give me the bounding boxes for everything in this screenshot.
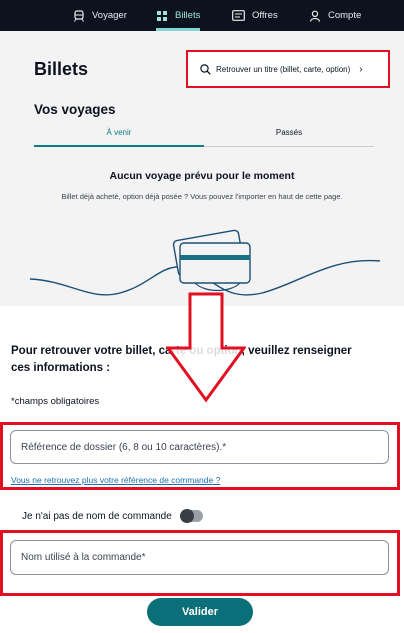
toggle-knob (179, 509, 194, 523)
nav-label-compte: Compte (328, 10, 362, 21)
empty-state-text: Billet déjà acheté, option déjà posée ? … (61, 192, 343, 201)
no-order-name-toggle[interactable] (179, 509, 203, 523)
tab-passes[interactable]: Passés (204, 127, 374, 147)
nav-item-compte[interactable]: Compte (309, 0, 361, 31)
nav-label-billets: Billets (175, 10, 201, 21)
toggle-label: Je n'ai pas de nom de commande (22, 510, 172, 522)
nav-item-voyager[interactable]: Voyager (73, 0, 127, 31)
search-icon (200, 63, 211, 75)
tickets-page: Billets Retrouver un titre (billet, cart… (0, 31, 404, 306)
voyages-tabs: À venir Passés (34, 127, 374, 147)
top-navigation: Voyager Billets Offres Compte (0, 0, 404, 31)
find-ticket-label: Retrouver un titre (billet, carte, optio… (216, 64, 351, 74)
required-fields-note: *champs obligatoires (11, 396, 100, 407)
train-icon (74, 9, 84, 22)
nav-label-voyager: Voyager (92, 10, 127, 21)
tab-a-venir[interactable]: À venir (34, 127, 204, 147)
reference-field[interactable] (10, 430, 389, 464)
no-order-name-row: Je n'ai pas de nom de commande (22, 509, 203, 523)
nav-item-offres[interactable]: Offres (232, 0, 278, 31)
forgot-reference-link[interactable]: Vous ne retrouvez plus votre référence d… (11, 475, 220, 485)
section-title: Vos voyages (34, 102, 116, 117)
page-title: Billets (34, 59, 89, 79)
nav-label-offres: Offres (252, 10, 278, 21)
chevron-right-icon: › (359, 63, 363, 75)
user-icon (309, 10, 321, 22)
find-ticket-button[interactable]: Retrouver un titre (billet, carte, optio… (186, 50, 390, 88)
reference-input[interactable] (21, 441, 388, 453)
empty-state-title: Aucun voyage prévu pour le moment (109, 170, 295, 182)
order-name-field[interactable] (10, 540, 389, 575)
ticket-grid-icon (157, 10, 167, 21)
card-icon (232, 10, 245, 21)
validate-button[interactable]: Valider (147, 598, 253, 626)
order-name-input[interactable] (21, 552, 388, 563)
arrow-down-icon (166, 292, 246, 403)
nav-item-billets[interactable]: Billets (156, 0, 201, 31)
